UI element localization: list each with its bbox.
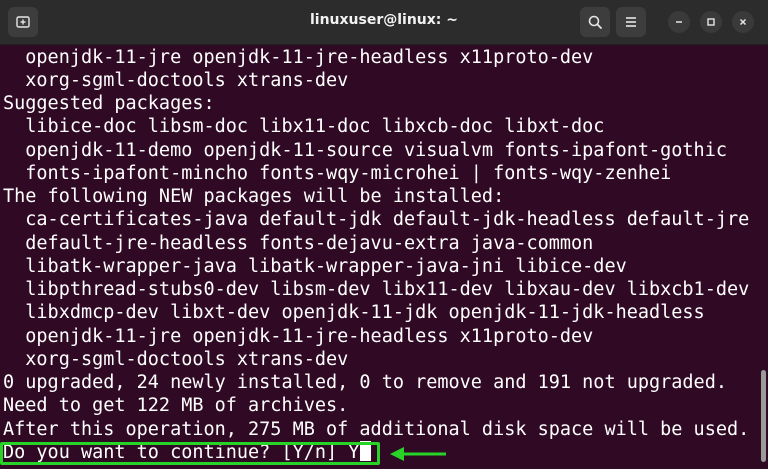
prompt-highlight-box — [0, 442, 380, 465]
menu-button[interactable] — [616, 7, 646, 37]
scrollbar-thumb[interactable] — [761, 370, 766, 462]
output-line: 0 upgraded, 24 newly installed, 0 to rem… — [3, 372, 727, 393]
output-line: openjdk-11-jre openjdk-11-jre-headless x… — [3, 47, 594, 68]
minimize-icon — [676, 21, 682, 23]
output-line: default-jre-headless fonts-dejavu-extra … — [3, 233, 594, 254]
output-line: libice-doc libsm-doc libx11-doc libxcb-d… — [3, 116, 605, 137]
close-button[interactable] — [732, 11, 754, 33]
output-line: libxdmcp-dev libxt-dev openjdk-11-jdk op… — [3, 302, 705, 323]
window-title: linuxuser@linux: ~ — [309, 12, 459, 28]
close-icon — [739, 18, 747, 26]
left-arrow-icon — [390, 447, 446, 461]
hamburger-menu-icon — [626, 17, 636, 27]
output-line: openjdk-11-jre openjdk-11-jre-headless x… — [3, 326, 594, 347]
output-line: xorg-sgml-doctools xtrans-dev — [3, 349, 349, 370]
output-line: The following NEW packages will be insta… — [3, 186, 505, 207]
output-line: ca-certificates-java default-jdk default… — [3, 209, 750, 230]
terminal-output[interactable]: openjdk-11-jre openjdk-11-jre-headless x… — [0, 45, 760, 469]
title-bar: linuxuser@linux: ~ — [0, 0, 768, 45]
search-icon — [588, 15, 602, 29]
output-line: After this operation, 275 MB of addition… — [3, 419, 750, 440]
output-line: xorg-sgml-doctools xtrans-dev — [3, 70, 349, 91]
maximize-button[interactable] — [700, 11, 722, 33]
terminal-window: linuxuser@linux: ~ openjdk-11-jre openjd… — [0, 0, 768, 469]
output-line: openjdk-11-demo openjdk-11-source visual… — [3, 140, 727, 161]
search-button[interactable] — [580, 7, 610, 37]
output-line: fonts-ipafont-mincho fonts-wqy-microhei … — [3, 163, 672, 184]
output-line: Need to get 122 MB of archives. — [3, 395, 349, 416]
output-line: libatk-wrapper-java libatk-wrapper-java-… — [3, 256, 627, 277]
minimize-button[interactable] — [668, 11, 690, 33]
output-line: libpthread-stubs0-dev libsm-dev libx11-d… — [3, 279, 750, 300]
output-line: Suggested packages: — [3, 93, 215, 114]
maximize-icon — [707, 18, 715, 26]
